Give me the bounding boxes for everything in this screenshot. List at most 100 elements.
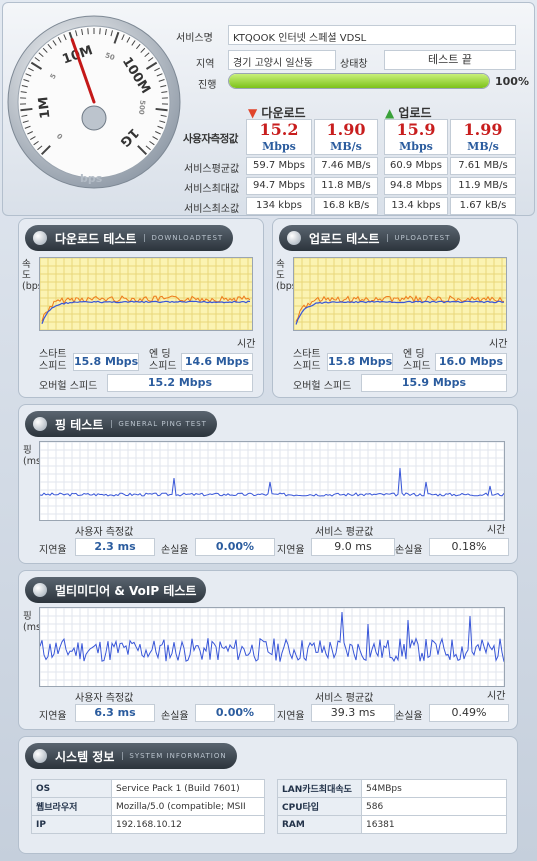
section-bullet-icon <box>33 749 47 763</box>
lan-value: 54MBps <box>361 779 507 798</box>
system-info-title: 시스템 정보 SYSTEM INFORMATION <box>25 743 237 769</box>
multimedia-xlabel: 시간 <box>487 691 506 702</box>
multimedia-service-loss: 0.49% <box>429 704 509 722</box>
ping-xlabel: 시간 <box>487 525 506 536</box>
progress-label: 진행 <box>198 80 217 91</box>
gauge-tick-label: 1M <box>36 96 53 120</box>
progress-track <box>228 73 490 89</box>
upload-chart <box>293 257 507 331</box>
download-start-label: 스타트 스피드 <box>39 349 67 372</box>
ul-mbs-box: 1.99 MB/s <box>450 119 516 155</box>
progress-fill <box>229 74 489 88</box>
multimedia-test-panel: 멀티미디어 & VoIP 테스트 핑(ms) 시간 사용자 측정값 서비스 평균… <box>18 570 518 730</box>
upload-overall-value: 15.9 Mbps <box>361 374 507 392</box>
upload-ylabel: 속도(bps) <box>276 259 301 292</box>
ping-ylabel: 핑(ms) <box>23 445 45 467</box>
download-ylabel: 속도(bps) <box>22 259 47 292</box>
system-info-panel: 시스템 정보 SYSTEM INFORMATION OS Service Pack … <box>18 736 518 854</box>
download-overall-value: 15.2 Mbps <box>107 374 253 392</box>
dl-mbps-unit: Mbps <box>262 140 296 153</box>
upload-test-panel: 업로드 테스트 UPLOADTEST 속도(bps) 시간 스타트 스피드 15.8… <box>272 218 518 398</box>
ping-user-latency-label: 지연율 <box>39 545 67 556</box>
summary-row: 서비스평균값 59.7 Mbps 7.46 MB/s 60.9 Mbps 7.6… <box>180 156 520 176</box>
multimedia-user-loss-label: 손실율 <box>161 711 189 722</box>
os-label: OS <box>31 779 112 798</box>
system-info-right-table: LAN카드최대속도 54MBps CPU타입 586 RAM 16381 <box>277 779 507 834</box>
multimedia-chart <box>39 607 505 687</box>
ul-mbps-unit: Mbps <box>399 140 433 153</box>
ip-value: 192.168.10.12 <box>111 815 265 834</box>
multimedia-test-title: 멀티미디어 & VoIP 테스트 <box>25 577 207 603</box>
ram-value: 16381 <box>361 815 507 834</box>
multimedia-user-loss: 0.00% <box>195 704 275 722</box>
speed-gauge: 01M510M50100M5001G bps <box>7 15 181 189</box>
status-field: 테스트 끝 <box>384 50 516 70</box>
download-end-value: 14.6 Mbps <box>181 353 253 371</box>
ul-mbs-value: 1.99 <box>463 120 503 139</box>
ul-mbps-box: 15.9 Mbps <box>384 119 448 155</box>
section-bullet-icon <box>33 417 47 431</box>
ping-service-loss: 0.18% <box>429 538 509 556</box>
upload-xlabel: 시간 <box>489 339 508 350</box>
browser-value: Mozilla/5.0 (compatible; MSII <box>111 797 265 816</box>
multimedia-service-label: 서비스 평균값 <box>315 693 374 704</box>
region-field: 경기 고양시 일산동 <box>228 50 336 70</box>
service-name-label: 서비스명 <box>176 33 213 44</box>
os-value: Service Pack 1 (Build 7601) <box>111 779 265 798</box>
ping-user-latency: 2.3 ms <box>75 538 155 556</box>
upload-end-label: 엔 딩 스피드 <box>403 349 431 372</box>
status-label: 상태창 <box>340 59 368 70</box>
download-arrow-icon: ▼ <box>248 106 258 120</box>
ping-user-label: 사용자 측정값 <box>75 527 134 538</box>
cpu-label: CPU타입 <box>277 797 362 816</box>
upload-overall-label: 오버헐 스피드 <box>293 381 352 392</box>
multimedia-service-latency: 39.3 ms <box>311 704 395 722</box>
multimedia-user-latency: 6.3 ms <box>75 704 155 722</box>
measured-label: 사용자측정값 <box>183 133 238 145</box>
ping-service-latency: 9.0 ms <box>311 538 395 556</box>
upload-start-value: 15.8 Mbps <box>327 353 393 371</box>
dl-mbps-value: 15.2 <box>259 120 299 139</box>
ping-chart <box>39 441 505 521</box>
progress-percent: 100% <box>495 75 529 88</box>
cpu-value: 586 <box>361 797 507 816</box>
ping-test-panel: 핑 테스트 GENERAL PING TEST 핑(ms) 시간 사용자 측정값 … <box>18 404 518 564</box>
gauge-tick-label: 500 <box>137 100 147 116</box>
dl-mbs-value: 1.90 <box>326 120 366 139</box>
upload-end-value: 16.0 Mbps <box>435 353 507 371</box>
lan-label: LAN카드최대속도 <box>277 779 362 798</box>
multimedia-ylabel: 핑(ms) <box>23 611 45 633</box>
download-test-title: 다운로드 테스트 DOWNLOADTEST <box>25 225 234 251</box>
ping-service-label: 서비스 평균값 <box>315 527 374 538</box>
dl-mbps-box: 15.2 Mbps <box>246 119 312 155</box>
region-label: 지역 <box>196 59 215 70</box>
upload-arrow-icon: ▲ <box>385 106 395 120</box>
ip-label: IP <box>31 815 112 834</box>
ul-mbs-unit: MB/s <box>467 140 499 153</box>
ping-user-loss-label: 손실율 <box>161 545 189 556</box>
ping-test-title: 핑 테스트 GENERAL PING TEST <box>25 411 217 437</box>
ping-service-latency-label: 지연율 <box>277 545 305 556</box>
ping-service-loss-label: 손실율 <box>395 545 423 556</box>
dl-mbs-box: 1.90 MB/s <box>314 119 378 155</box>
upload-start-label: 스타트 스피드 <box>293 349 321 372</box>
gauge-unit-label: bps <box>80 172 103 185</box>
multimedia-service-loss-label: 손실율 <box>395 711 423 722</box>
summary-row: 서비스최대값 94.7 Mbps 11.8 MB/s 94.8 Mbps 11.… <box>180 176 520 196</box>
dl-mbs-unit: MB/s <box>330 140 362 153</box>
download-chart <box>39 257 253 331</box>
multimedia-user-label: 사용자 측정값 <box>75 693 134 704</box>
browser-label: 웹브라우저 <box>31 797 112 816</box>
multimedia-service-latency-label: 지연율 <box>277 711 305 722</box>
system-info-left-table: OS Service Pack 1 (Build 7601) 웹브라우저 Mozil… <box>31 779 265 834</box>
section-bullet-icon <box>287 231 301 245</box>
multimedia-user-latency-label: 지연율 <box>39 711 67 722</box>
ping-user-loss: 0.00% <box>195 538 275 556</box>
summary-row: 서비스최소값 134 kbps 16.8 kB/s 13.4 kbps 1.67… <box>180 196 520 216</box>
download-end-label: 엔 딩 스피드 <box>149 349 177 372</box>
download-test-panel: 다운로드 테스트 DOWNLOADTEST 속도(bps) 시간 스타트 스피드 1… <box>18 218 264 398</box>
download-overall-label: 오버헐 스피드 <box>39 381 98 392</box>
ul-mbps-value: 15.9 <box>396 120 436 139</box>
ram-label: RAM <box>277 815 362 834</box>
section-bullet-icon <box>33 231 47 245</box>
